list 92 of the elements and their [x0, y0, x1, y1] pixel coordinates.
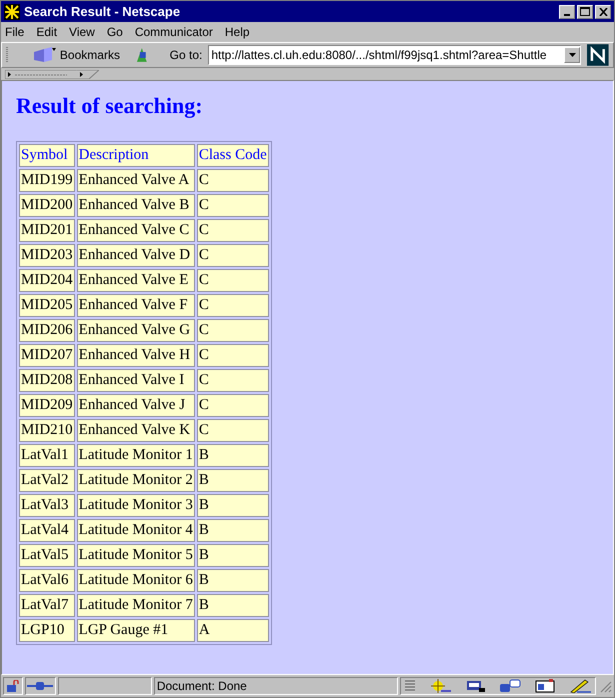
table-cell: MID207	[19, 344, 75, 367]
grip-icon	[6, 46, 10, 64]
table-cell: MID210	[19, 419, 75, 442]
window-title: Search Result - Netscape	[24, 2, 182, 21]
connection-icon[interactable]	[26, 681, 54, 691]
table-cell: MID206	[19, 319, 75, 342]
table-cell: C	[196, 419, 269, 442]
table-cell: A	[196, 619, 269, 642]
table-cell: B	[196, 444, 269, 467]
table-cell: LatVal3	[19, 494, 75, 517]
menu-item[interactable]: File	[5, 23, 24, 41]
caret-icon	[568, 53, 576, 57]
table-cell: Enhanced Valve D	[76, 244, 195, 267]
menu-item[interactable]: Help	[224, 23, 250, 41]
table-cell: MID205	[19, 294, 75, 317]
minimize-icon	[564, 14, 570, 16]
table-cell: Enhanced Valve C	[76, 219, 195, 242]
maximize-button[interactable]	[577, 4, 593, 18]
column-header: Description	[76, 144, 195, 167]
table-cell: Enhanced Valve I	[76, 369, 195, 392]
table-cell: Enhanced Valve J	[76, 394, 195, 417]
app-icon	[4, 4, 20, 20]
column-header: Class Code	[196, 144, 269, 167]
table-cell: B	[196, 469, 269, 492]
table-cell: Enhanced Valve G	[76, 319, 195, 342]
table-cell: Latitude Monitor 2	[76, 469, 195, 492]
table-cell: Enhanced Valve E	[76, 269, 195, 292]
table-cell: Enhanced Valve F	[76, 294, 195, 317]
dropdown-button[interactable]	[564, 47, 580, 63]
table-cell: LatVal7	[19, 594, 75, 617]
page-heading: Result of searching:	[16, 93, 204, 119]
table-cell: C	[196, 169, 269, 192]
status-text: Document: Done	[156, 678, 247, 695]
table-cell: Latitude Monitor 1	[76, 444, 195, 467]
chat-icon[interactable]	[499, 679, 522, 693]
address-card-icon[interactable]	[535, 679, 556, 693]
table-cell: B	[196, 569, 269, 592]
menu-item[interactable]: Go	[106, 23, 123, 41]
close-button[interactable]	[595, 4, 611, 18]
table-cell: MID200	[19, 194, 75, 217]
table-cell: LatVal4	[19, 519, 75, 542]
url-field[interactable]: http://lattes.cl.uh.edu:8080/.../shtml/f99jsq1.shtml?area=Shuttle	[208, 45, 582, 65]
menu-item[interactable]: View	[69, 23, 95, 41]
book-icon	[32, 46, 56, 64]
table-cell: C	[196, 244, 269, 267]
table-cell: LGP Gauge #1	[76, 619, 195, 642]
maximize-icon	[580, 7, 590, 16]
table-cell: Enhanced Valve H	[76, 344, 195, 367]
table-cell: LatVal2	[19, 469, 75, 492]
table-cell: LatVal5	[19, 544, 75, 567]
menu-item[interactable]: Communicator	[134, 23, 213, 41]
mail-icon[interactable]	[465, 679, 486, 693]
minimize-button[interactable]	[559, 4, 575, 18]
pen-icon[interactable]	[569, 679, 592, 693]
table-cell: MID203	[19, 244, 75, 267]
close-icon	[598, 8, 608, 16]
table-cell: MID199	[19, 169, 75, 192]
table-cell: Enhanced Valve A	[76, 169, 195, 192]
table-cell: LGP10	[19, 619, 75, 642]
table-cell: Latitude Monitor 5	[76, 544, 195, 567]
table-cell: LatVal1	[19, 444, 75, 467]
table-cell: Latitude Monitor 7	[76, 594, 195, 617]
lock-icon[interactable]	[6, 680, 20, 692]
table-cell: MID208	[19, 369, 75, 392]
table-cell: C	[196, 369, 269, 392]
table-cell: C	[196, 319, 269, 342]
table-cell: B	[196, 494, 269, 517]
column-header: Symbol	[19, 144, 75, 167]
table-cell: Latitude Monitor 4	[76, 519, 195, 542]
table-cell: C	[196, 344, 269, 367]
list-icon[interactable]	[405, 679, 416, 693]
table-cell: Latitude Monitor 6	[76, 569, 195, 592]
table-cell: C	[196, 219, 269, 242]
table-cell: B	[196, 544, 269, 567]
navigator-icon[interactable]	[429, 679, 452, 693]
table-cell: C	[196, 269, 269, 292]
table-cell: Latitude Monitor 3	[76, 494, 195, 517]
table-cell: MID204	[19, 269, 75, 292]
table-cell: MID209	[19, 394, 75, 417]
menu-item[interactable]: Edit	[36, 23, 58, 41]
table-cell: MID201	[19, 219, 75, 242]
table-cell: B	[196, 519, 269, 542]
bookmarks-button[interactable]: Bookmarks	[32, 46, 120, 64]
goto-label: Go to:	[170, 47, 202, 64]
resize-grip-icon[interactable]	[598, 679, 612, 693]
table-cell: C	[196, 294, 269, 317]
table-cell: Enhanced Valve B	[76, 194, 195, 217]
table-cell: Enhanced Valve K	[76, 419, 195, 442]
table-cell: LatVal6	[19, 569, 75, 592]
table-cell: B	[196, 594, 269, 617]
table-cell: C	[196, 194, 269, 217]
table-cell: C	[196, 394, 269, 417]
